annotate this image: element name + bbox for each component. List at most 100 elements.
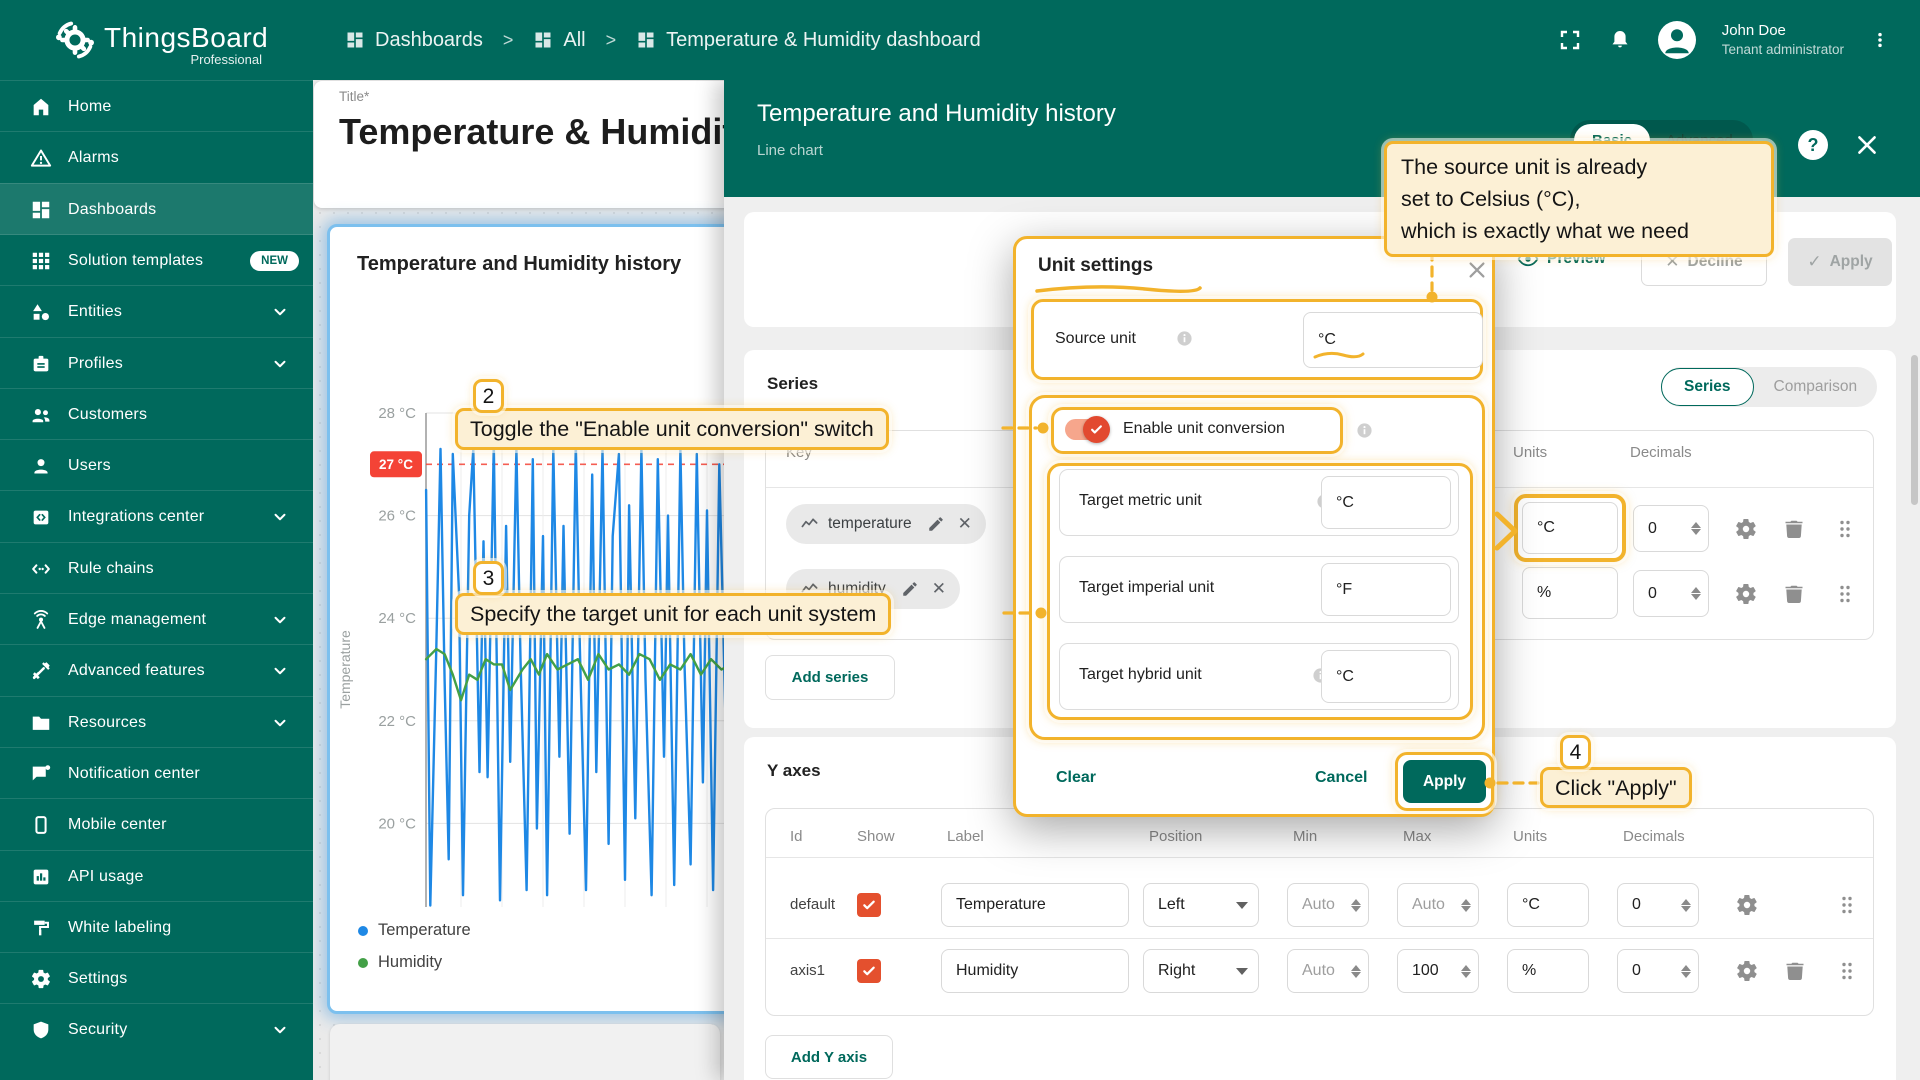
target-label: Target hybrid unit [1079,666,1202,684]
sidebar-item-home[interactable]: Home [0,80,313,132]
sidebar-item-solution-templates[interactable]: Solution templatesNEW [0,234,313,286]
max-input[interactable]: 100 [1397,949,1479,993]
trash-icon[interactable] [1782,582,1806,606]
sidebar-item-profiles[interactable]: Profiles [0,337,313,389]
decimals-input[interactable]: 0 [1633,570,1709,617]
add-y-axis-button[interactable]: Add Y axis [765,1035,893,1079]
add-series-button[interactable]: Add series [765,655,895,700]
modal-close-icon[interactable] [1466,259,1488,281]
sidebar-item-rule-chains[interactable]: Rule chains [0,542,313,594]
target-unit-input[interactable]: °F [1321,563,1451,616]
gear-icon[interactable] [1734,517,1758,541]
user-block[interactable]: John Doe Tenant administrator [1722,21,1844,59]
drag-icon[interactable] [1833,517,1857,541]
target-unit-input[interactable]: °C [1321,476,1451,529]
edit-pencil-icon[interactable] [901,580,919,598]
legend-item-humidity[interactable]: Humidity [358,953,471,972]
trash-icon[interactable] [1782,517,1806,541]
modal-apply-button[interactable]: Apply [1403,760,1486,803]
breadcrumb-item[interactable]: All [533,29,585,52]
sidebar-item-api-usage[interactable]: API usage [0,850,313,902]
next-widget-card[interactable] [330,1024,720,1080]
show-checkbox[interactable] [857,959,881,983]
yaxes-header-label: Label [947,828,984,845]
sidebar-item-users[interactable]: Users [0,439,313,491]
stepper-arrows[interactable] [1681,899,1691,912]
target-unit-input[interactable]: °C [1321,650,1451,703]
stepper-arrows[interactable] [1681,965,1691,978]
step-label-3: Specify the target unit for each unit sy… [455,593,891,635]
units-input[interactable]: % [1522,567,1618,619]
help-button[interactable]: ? [1798,130,1828,160]
stepper-arrows[interactable] [1351,965,1361,978]
breadcrumb-item[interactable]: Temperature & Humidity dashboard [636,29,981,52]
axis-units-input[interactable]: % [1507,949,1589,993]
avatar[interactable] [1658,21,1696,59]
edit-pencil-icon[interactable] [927,515,945,533]
drag-icon[interactable] [1835,959,1859,983]
stepper-arrows[interactable] [1691,522,1701,535]
new-badge: NEW [250,251,299,271]
stepper-arrows[interactable] [1691,587,1701,600]
cancel-button[interactable]: Cancel [1315,769,1367,787]
breadcrumb-separator: > [503,30,514,51]
sidebar-item-entities[interactable]: Entities [0,285,313,337]
toggle-series[interactable]: Series [1661,368,1754,406]
axis-units-input[interactable]: °C [1507,883,1589,927]
decimals-input[interactable]: 0 [1633,505,1709,552]
sidebar-item-mobile-center[interactable]: Mobile center [0,798,313,850]
sidebar-item-advanced-features[interactable]: Advanced features [0,644,313,696]
units-column-header: Units [1513,444,1547,461]
notifications-bell-icon[interactable] [1608,28,1632,52]
sidebar-item-label: Edge management [68,611,206,629]
sidebar-item-label: Resources [68,714,146,732]
sidebar-item-resources[interactable]: Resources [0,696,313,748]
sidebar-item-dashboards[interactable]: Dashboards [0,183,313,235]
sidebar-item-security[interactable]: Security [0,1003,313,1055]
panel-scrollbar[interactable] [1911,355,1918,505]
sidebar-item-integrations-center[interactable]: Integrations center [0,490,313,542]
sidebar-item-alarms[interactable]: Alarms [0,131,313,183]
stepper-arrows[interactable] [1461,899,1471,912]
axis-decimals-input[interactable]: 0 [1617,949,1699,993]
sidebar-item-edge-management[interactable]: Edge management [0,593,313,645]
axis-decimals-input[interactable]: 0 [1617,883,1699,927]
legend-item-temperature[interactable]: Temperature [358,921,471,940]
remove-chip-icon[interactable]: ✕ [958,514,972,534]
axis-label-input[interactable]: Temperature [941,883,1129,927]
sidebar-item-settings[interactable]: Settings [0,952,313,1004]
svg-text:27 °C: 27 °C [379,457,413,472]
series-chip-temperature[interactable]: temperature✕ [786,504,986,544]
legend-dot [358,958,368,968]
clear-button[interactable]: Clear [1056,769,1096,787]
kebab-menu-icon[interactable] [1870,28,1890,52]
svg-text:20 °C: 20 °C [378,815,416,832]
sidebar-item-white-labeling[interactable]: White labeling [0,901,313,953]
fullscreen-icon[interactable] [1558,28,1582,52]
show-checkbox[interactable] [857,893,881,917]
position-select[interactable]: Left [1143,883,1259,927]
stepper-arrows[interactable] [1461,965,1471,978]
trash-icon[interactable] [1783,959,1807,983]
panel-close-icon[interactable] [1854,132,1880,158]
max-input[interactable]: Auto [1397,883,1479,927]
position-select[interactable]: Right [1143,949,1259,993]
min-input[interactable]: Auto [1287,949,1369,993]
yaxes-row-divider [766,938,1873,939]
axis-label-input[interactable]: Humidity [941,949,1129,993]
gear-icon[interactable] [1735,893,1759,917]
gear-icon[interactable] [1734,582,1758,606]
stepper-arrows[interactable] [1351,899,1361,912]
drag-icon[interactable] [1835,893,1859,917]
min-input[interactable]: Auto [1287,883,1369,927]
drag-icon[interactable] [1833,582,1857,606]
sidebar-item-customers[interactable]: Customers [0,388,313,440]
gear-icon[interactable] [1735,959,1759,983]
remove-chip-icon[interactable]: ✕ [932,579,946,599]
breadcrumb-item[interactable]: Dashboards [345,29,483,52]
tooltip-line: The source unit is already [1401,151,1757,183]
toggle-comparison[interactable]: Comparison [1754,369,1878,405]
sidebar-item-label: Integrations center [68,508,204,526]
apply-button-disabled[interactable]: ✓ Apply [1788,238,1892,286]
sidebar-item-notification-center[interactable]: Notification center [0,747,313,799]
